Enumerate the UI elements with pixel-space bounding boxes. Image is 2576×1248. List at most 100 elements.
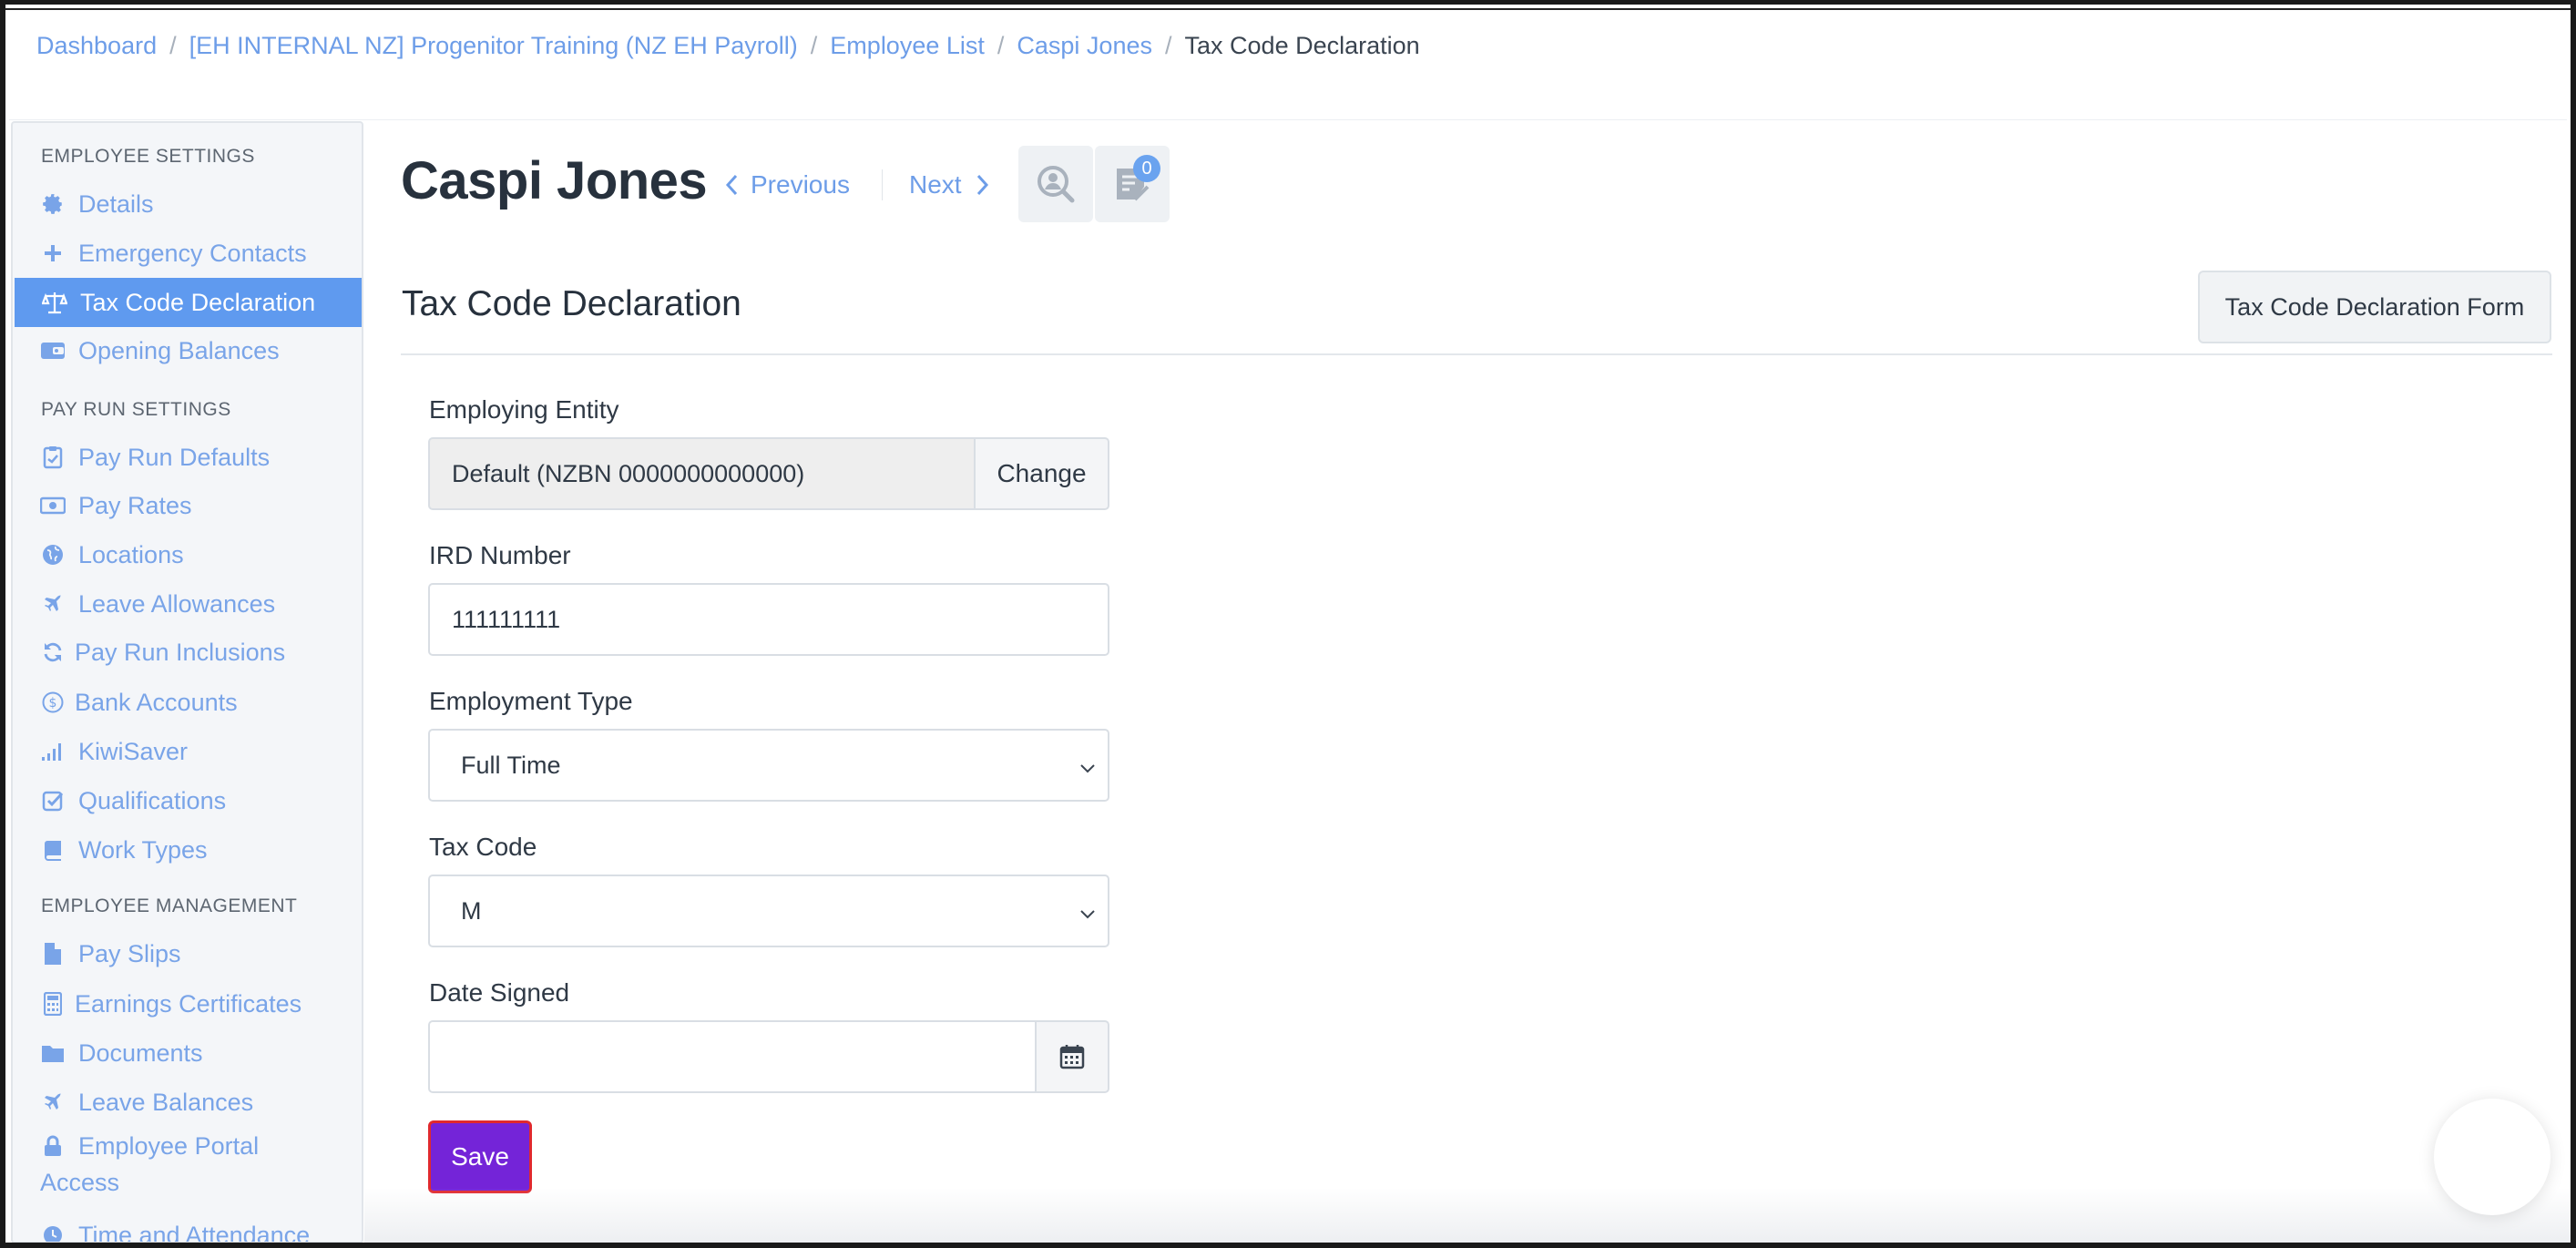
sidebar-item-label: KiwiSaver <box>78 737 189 765</box>
bottom-fade <box>364 1188 2571 1243</box>
tax-code-label: Tax Code <box>429 833 537 861</box>
breadcrumb-business[interactable]: [EH INTERNAL NZ] Progenitor Training (NZ… <box>189 32 798 60</box>
ird-number-group: 111111111 <box>428 583 1109 656</box>
notes-button[interactable]: 0 <box>1095 146 1170 222</box>
calendar-icon <box>1059 1044 1085 1069</box>
sidebar-item-pay-rates[interactable]: Pay Rates <box>13 481 362 530</box>
wallet-icon <box>40 338 66 363</box>
employee-name: Caspi Jones <box>401 151 708 210</box>
employment-type-label: Employment Type <box>429 687 633 715</box>
sidebar-item-label: Opening Balances <box>78 336 280 364</box>
tax-code-group: M <box>428 875 1109 947</box>
employee-lookup-button[interactable] <box>1018 146 1093 222</box>
sidebar-item-label: Earnings Certificates <box>75 989 302 1018</box>
sidebar-item-leave-allowances[interactable]: Leave Allowances <box>13 579 362 629</box>
sidebar-item-details[interactable]: Details <box>13 179 362 229</box>
ird-number-input[interactable]: 111111111 <box>428 583 1109 656</box>
sidebar-item-label: Leave Allowances <box>78 589 276 618</box>
scales-icon <box>42 290 67 315</box>
sidebar-item-label: Pay Run Inclusions <box>75 638 286 666</box>
employment-type-value: Full Time <box>461 751 561 779</box>
nav-divider <box>882 169 883 200</box>
breadcrumb-dashboard[interactable]: Dashboard <box>36 32 157 60</box>
employment-type-group: Full Time <box>428 729 1109 802</box>
sidebar-item-documents[interactable]: Documents <box>13 1028 362 1078</box>
sidebar-section-employee-settings: EMPLOYEE SETTINGS <box>41 146 255 167</box>
sidebar-item-label: Documents <box>78 1038 203 1067</box>
sidebar-item-label: Work Types <box>78 835 208 864</box>
employing-entity-field: Default (NZBN 0000000000000) <box>428 437 976 510</box>
sidebar-item-label: Time and Attendance <box>78 1221 311 1243</box>
calculator-icon <box>40 991 66 1017</box>
notes-count-badge: 0 <box>1133 155 1160 182</box>
next-label: Next <box>909 170 962 199</box>
plus-icon <box>40 240 66 266</box>
tax-code-select[interactable]: M <box>428 875 1109 947</box>
breadcrumb-current: Tax Code Declaration <box>1184 31 1420 59</box>
chat-widget-button[interactable] <box>2434 1099 2550 1215</box>
book-icon <box>40 837 66 863</box>
breadcrumb-employee-list[interactable]: Employee List <box>830 32 985 60</box>
breadcrumb-employee[interactable]: Caspi Jones <box>1017 32 1152 60</box>
sidebar-item-label: Pay Run Defaults <box>78 443 271 471</box>
sidebar-item-pay-run-defaults[interactable]: Pay Run Defaults <box>13 433 362 482</box>
tax-code-declaration-form-button[interactable]: Tax Code Declaration Form <box>2198 271 2551 343</box>
sidebar-item-pay-run-inclusions[interactable]: Pay Run Inclusions <box>13 628 362 677</box>
tax-code-value: M <box>461 896 482 925</box>
refresh-icon <box>40 639 66 665</box>
svg-text:$: $ <box>49 696 57 711</box>
date-signed-group <box>428 1020 1109 1093</box>
next-button[interactable]: Next <box>909 165 989 205</box>
chevron-down-icon <box>1080 752 1095 780</box>
ird-number-label: IRD Number <box>429 541 571 569</box>
sidebar-item-pay-slips[interactable]: Pay Slips <box>13 929 362 978</box>
chevron-left-icon <box>725 174 738 196</box>
save-button[interactable]: Save <box>428 1120 532 1193</box>
sidebar-item-qualifications[interactable]: Qualifications <box>13 776 362 825</box>
sidebar-item-label: Emergency Contacts <box>78 239 307 267</box>
previous-label: Previous <box>751 170 850 199</box>
sidebar-item-bank-accounts[interactable]: $ Bank Accounts <box>13 678 362 727</box>
bar-signal-icon <box>40 739 66 764</box>
sidebar-item-label: Locations <box>78 540 184 568</box>
checkbox-icon <box>40 788 66 813</box>
employment-type-select[interactable]: Full Time <box>428 729 1109 802</box>
sidebar-item-employee-portal-access[interactable]: Employee Portal Access <box>13 1124 362 1201</box>
chevron-right-icon <box>976 174 989 196</box>
dollar-circle-icon: $ <box>40 690 66 715</box>
sidebar-item-label: Leave Balances <box>78 1088 254 1116</box>
clipboard-icon <box>40 445 66 470</box>
window-frame <box>0 0 2576 1248</box>
section-title: Tax Code Declaration <box>402 284 741 323</box>
change-entity-button[interactable]: Change <box>976 437 1109 510</box>
breadcrumb: Dashboard / [EH INTERNAL NZ] Progenitor … <box>36 27 1420 64</box>
sidebar-item-leave-balances[interactable]: Leave Balances <box>13 1078 362 1127</box>
breadcrumb-separator: / <box>810 31 818 59</box>
sidebar-item-emergency-contacts[interactable]: Emergency Contacts <box>13 229 362 278</box>
sidebar-item-tax-code-declaration[interactable]: Tax Code Declaration <box>15 278 362 327</box>
sidebar-item-label: Qualifications <box>78 786 227 814</box>
sidebar-item-work-types[interactable]: Work Types <box>13 825 362 875</box>
sidebar-item-label: Bank Accounts <box>75 688 238 716</box>
folder-icon <box>40 1040 66 1066</box>
sidebar-item-opening-balances[interactable]: Opening Balances <box>13 326 362 375</box>
sidebar-item-label: Pay Slips <box>78 939 181 967</box>
date-picker-button[interactable] <box>1037 1020 1109 1093</box>
sidebar-item-locations[interactable]: Locations <box>13 530 362 579</box>
employing-entity-label: Employing Entity <box>429 395 619 424</box>
sidebar-item-label: Details <box>78 189 154 218</box>
sidebar-item-time-and-attendance[interactable]: Time and Attendance <box>13 1211 362 1243</box>
breadcrumb-separator: / <box>997 31 1005 59</box>
sidebar-item-kiwisaver[interactable]: KiwiSaver <box>13 727 362 776</box>
previous-button[interactable]: Previous <box>725 165 850 205</box>
plane-icon <box>40 1089 66 1115</box>
user-search-icon <box>1036 164 1076 204</box>
gear-icon <box>40 191 66 217</box>
breadcrumb-separator: / <box>1165 31 1172 59</box>
sidebar-section-pay-run-settings: PAY RUN SETTINGS <box>41 399 231 420</box>
breadcrumb-separator: / <box>169 31 177 59</box>
date-signed-input[interactable] <box>428 1020 1037 1093</box>
sidebar: EMPLOYEE SETTINGS Details Emergency Cont… <box>11 121 363 1243</box>
sidebar-item-label: Employee Portal Access <box>40 1132 260 1196</box>
sidebar-item-earnings-certificates[interactable]: Earnings Certificates <box>13 979 362 1028</box>
